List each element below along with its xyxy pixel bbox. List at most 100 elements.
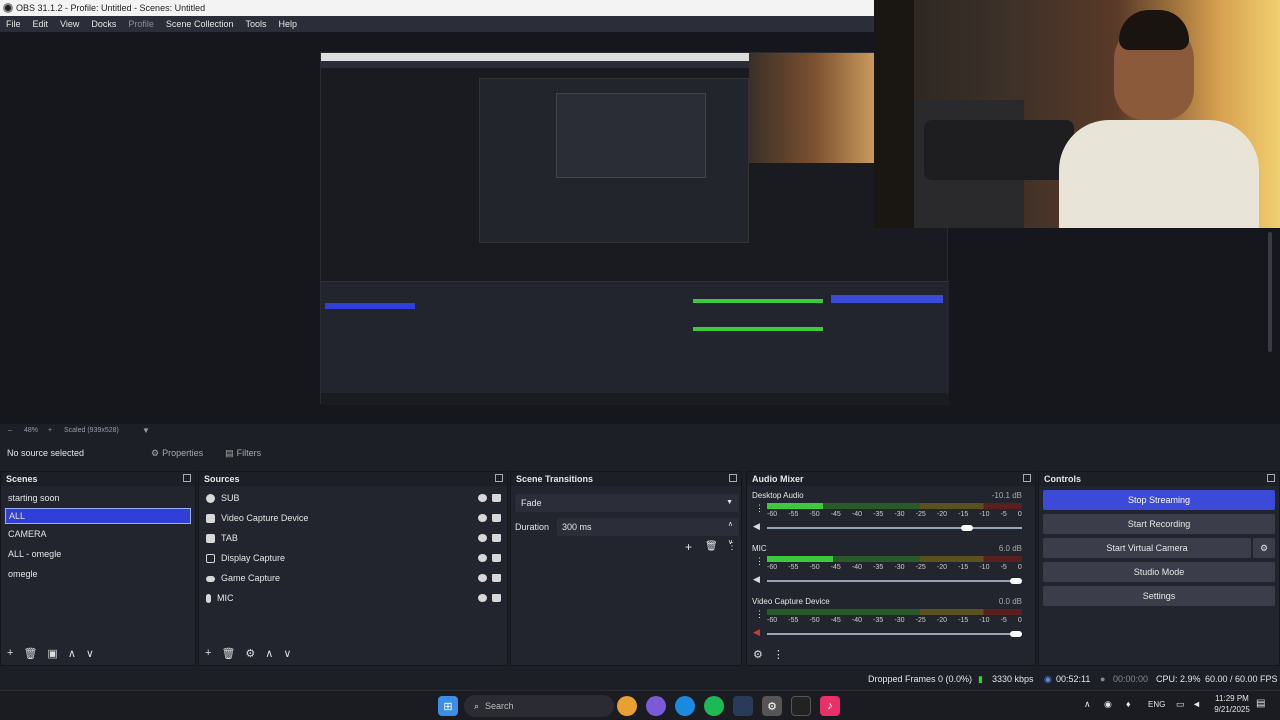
undock-icon[interactable] bbox=[1023, 474, 1031, 482]
eye-icon[interactable] bbox=[478, 514, 487, 522]
source-properties-icon[interactable]: ⚙ bbox=[245, 647, 255, 660]
settings-button[interactable]: Settings bbox=[1043, 586, 1275, 606]
eye-icon[interactable] bbox=[478, 534, 487, 542]
lock-icon[interactable] bbox=[492, 574, 501, 582]
mic-tray-icon[interactable]: ♦ bbox=[1126, 699, 1131, 709]
mixer-settings-icon[interactable]: ⚙ bbox=[753, 648, 763, 661]
add-scene-icon[interactable]: + bbox=[7, 647, 13, 659]
move-up-icon[interactable]: ∧ bbox=[265, 647, 273, 660]
channel-menu-icon[interactable]: ⋮ bbox=[755, 609, 764, 620]
clock-time[interactable]: 11:29 PM bbox=[1212, 694, 1252, 703]
mute-speaker-icon[interactable]: ◀ bbox=[753, 521, 760, 532]
remove-source-icon[interactable]: 🗑 bbox=[221, 647, 235, 660]
notification-icon[interactable]: ▤ bbox=[1256, 698, 1265, 709]
settings-icon[interactable]: ⚙ bbox=[762, 696, 782, 716]
tiktok-icon[interactable]: ♪ bbox=[820, 696, 840, 716]
source-item[interactable]: SUB bbox=[199, 488, 507, 508]
lock-icon[interactable] bbox=[492, 594, 501, 602]
volume-slider[interactable] bbox=[767, 527, 1022, 529]
transitions-dock: Scene Transitions Fade ▼ Duration 300 ms… bbox=[510, 471, 742, 666]
volume-slider[interactable] bbox=[767, 633, 1022, 635]
channel-menu-icon[interactable]: ⋮ bbox=[755, 503, 764, 514]
scene-item[interactable]: omegle bbox=[1, 564, 195, 584]
lock-icon[interactable] bbox=[492, 534, 501, 542]
menu-help[interactable]: Help bbox=[278, 19, 297, 29]
spotify-icon[interactable] bbox=[704, 696, 724, 716]
move-down-icon[interactable]: ∨ bbox=[283, 647, 291, 660]
remove-transition-icon[interactable]: 🗑 bbox=[705, 541, 718, 552]
language-indicator[interactable]: ENG bbox=[1148, 700, 1165, 709]
eye-icon[interactable] bbox=[478, 594, 487, 602]
volume-slider[interactable] bbox=[767, 580, 1022, 582]
windows-start-icon[interactable]: ⊞ bbox=[438, 696, 458, 716]
channel-menu-icon[interactable]: ⋮ bbox=[755, 556, 764, 567]
menu-file[interactable]: File bbox=[6, 19, 21, 29]
volume-slider-handle[interactable] bbox=[1010, 631, 1022, 637]
edge-icon[interactable] bbox=[675, 696, 695, 716]
properties-button[interactable]: ⚙ Properties bbox=[151, 448, 203, 459]
move-down-icon[interactable]: ∨ bbox=[86, 647, 94, 660]
source-item[interactable]: Game Capture bbox=[199, 568, 507, 588]
stop-streaming-button[interactable]: Stop Streaming bbox=[1043, 490, 1275, 510]
zoom-dropdown-icon[interactable]: ▼ bbox=[142, 424, 150, 438]
steam-icon[interactable] bbox=[733, 696, 753, 716]
volume-icon[interactable]: ◄ bbox=[1192, 699, 1201, 709]
scene-item[interactable]: CAMERA bbox=[1, 524, 195, 544]
menu-scene-collection[interactable]: Scene Collection bbox=[166, 19, 234, 29]
discord-icon[interactable] bbox=[646, 696, 666, 716]
move-up-icon[interactable]: ∧ bbox=[68, 647, 76, 660]
more-options-icon[interactable]: ⋮ bbox=[773, 648, 784, 661]
taskbar-search[interactable]: ⌕ Search bbox=[464, 695, 614, 717]
eye-icon[interactable] bbox=[478, 494, 487, 502]
vertical-scrollbar[interactable] bbox=[1268, 232, 1272, 352]
scene-item[interactable]: ALL - omegle bbox=[1, 544, 195, 564]
start-recording-button[interactable]: Start Recording bbox=[1043, 514, 1275, 534]
zoom-in-button[interactable]: + bbox=[48, 424, 52, 438]
add-transition-icon[interactable]: + bbox=[685, 540, 692, 554]
menu-profile[interactable]: Profile bbox=[128, 19, 154, 29]
volume-slider-handle[interactable] bbox=[961, 525, 973, 531]
eye-icon[interactable] bbox=[478, 574, 487, 582]
filters-button[interactable]: ▤ Filters bbox=[225, 448, 261, 459]
network-icon[interactable]: ▭ bbox=[1176, 699, 1185, 710]
undock-icon[interactable] bbox=[1267, 474, 1275, 482]
remove-scene-icon[interactable]: 🗑 bbox=[23, 647, 37, 660]
menu-docks[interactable]: Docks bbox=[91, 19, 116, 29]
scene-filters-icon[interactable]: ▣ bbox=[47, 647, 57, 660]
scene-item[interactable]: starting soon bbox=[1, 488, 195, 508]
eye-icon[interactable] bbox=[478, 554, 487, 562]
menu-tools[interactable]: Tools bbox=[245, 19, 266, 29]
zoom-out-button[interactable]: – bbox=[8, 424, 12, 438]
clock-date[interactable]: 9/21/2025 bbox=[1212, 705, 1252, 714]
chrome-icon[interactable] bbox=[617, 696, 637, 716]
lock-icon[interactable] bbox=[492, 494, 501, 502]
obs-taskbar-icon[interactable] bbox=[791, 696, 811, 716]
virtual-camera-settings-icon[interactable]: ⚙ bbox=[1253, 538, 1275, 558]
volume-slider-handle[interactable] bbox=[1010, 578, 1022, 584]
transition-select[interactable]: Fade ▼ bbox=[515, 494, 739, 512]
more-options-icon[interactable]: ⋮ bbox=[727, 541, 737, 552]
source-item[interactable]: MIC bbox=[199, 588, 507, 608]
mute-speaker-icon[interactable]: ◀ bbox=[753, 627, 760, 638]
scene-item-selected[interactable]: ALL bbox=[5, 508, 191, 524]
start-virtual-camera-button[interactable]: Start Virtual Camera bbox=[1043, 538, 1251, 558]
meter-tick-label: -25 bbox=[915, 564, 926, 571]
lock-icon[interactable] bbox=[492, 514, 501, 522]
mute-speaker-icon[interactable]: ◀ bbox=[753, 574, 760, 585]
undock-icon[interactable] bbox=[495, 474, 503, 482]
duration-spinbox[interactable]: 300 ms ∧ ∨ bbox=[557, 518, 739, 546]
level-meter bbox=[767, 609, 1022, 615]
lock-icon[interactable] bbox=[492, 554, 501, 562]
discord-tray-icon[interactable]: ◉ bbox=[1104, 699, 1112, 710]
menu-edit[interactable]: Edit bbox=[33, 19, 49, 29]
menu-view[interactable]: View bbox=[60, 19, 79, 29]
add-source-icon[interactable]: + bbox=[205, 647, 211, 659]
studio-mode-button[interactable]: Studio Mode bbox=[1043, 562, 1275, 582]
undock-icon[interactable] bbox=[183, 474, 191, 482]
undock-icon[interactable] bbox=[729, 474, 737, 482]
source-item[interactable]: TAB bbox=[199, 528, 507, 548]
source-item[interactable]: Display Capture bbox=[199, 548, 507, 568]
controls-dock: Controls Stop Streaming Start Recording … bbox=[1038, 471, 1280, 666]
source-item[interactable]: Video Capture Device bbox=[199, 508, 507, 528]
tray-chevron-icon[interactable]: ∧ bbox=[1084, 699, 1091, 710]
